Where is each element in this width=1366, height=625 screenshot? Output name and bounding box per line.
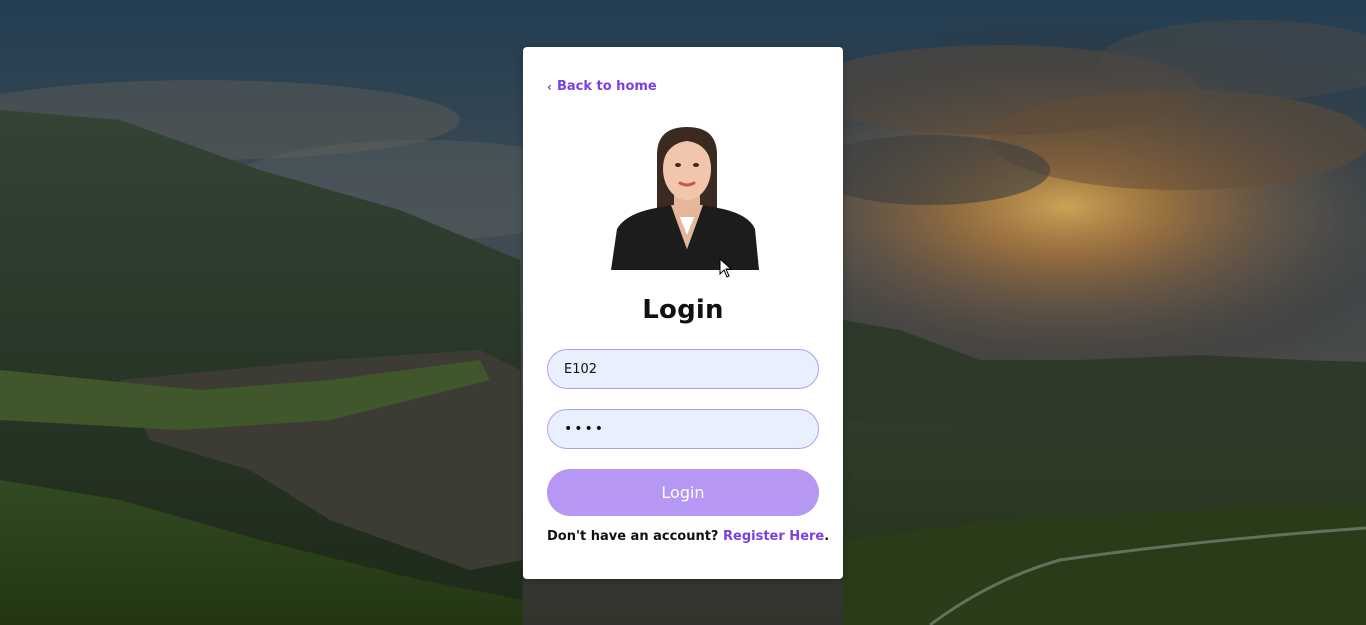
- login-button[interactable]: Login: [547, 469, 819, 516]
- page-title: Login: [642, 295, 724, 325]
- register-prompt-suffix: .: [824, 529, 830, 544]
- profile-avatar: [611, 125, 759, 270]
- username-input[interactable]: [547, 349, 819, 389]
- password-input[interactable]: [547, 409, 819, 449]
- register-prompt-text: Don't have an account?: [547, 529, 719, 544]
- chevron-left-icon: ‹: [547, 79, 552, 94]
- back-to-home-link[interactable]: ‹ Back to home: [547, 79, 657, 94]
- register-prompt: Don't have an account? Register Here.: [547, 529, 829, 544]
- mouse-pointer-icon: [719, 257, 733, 278]
- login-card: ‹ Back to home Login Login Don't hav: [523, 47, 843, 579]
- register-link[interactable]: Register Here: [723, 529, 824, 544]
- back-to-home-label: Back to home: [556, 79, 657, 94]
